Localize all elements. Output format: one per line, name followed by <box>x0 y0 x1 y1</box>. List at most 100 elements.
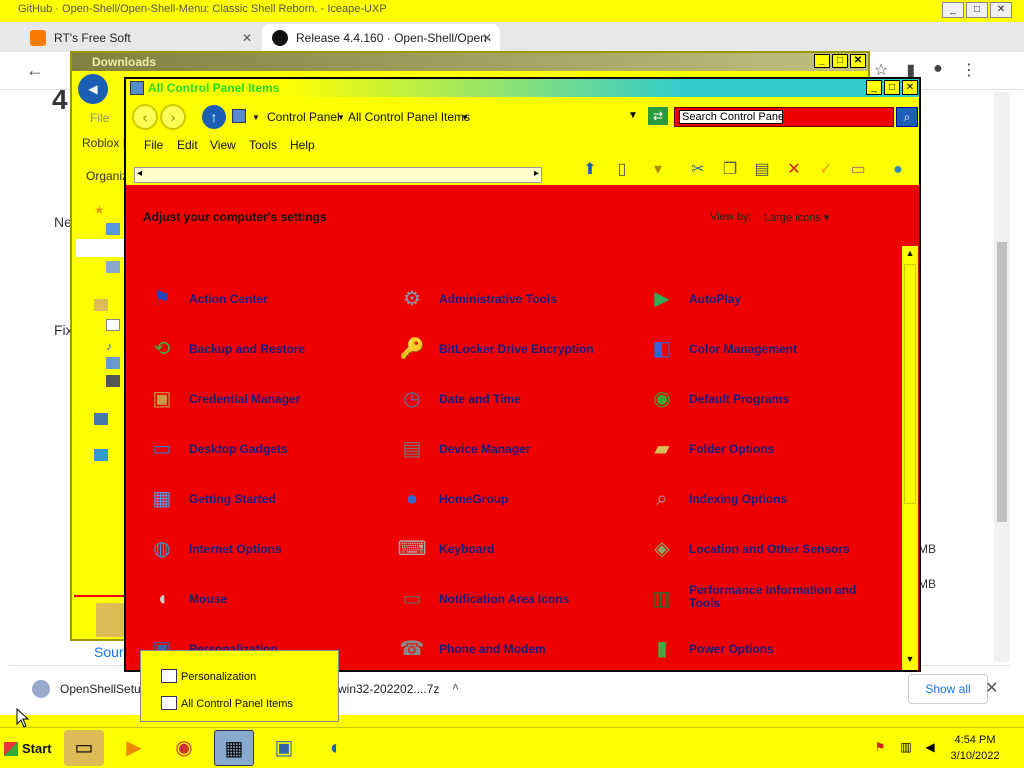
action-center-icon[interactable]: ⚑ <box>872 740 888 756</box>
close-button[interactable]: ✕ <box>902 80 918 95</box>
videos-icon[interactable] <box>106 375 120 387</box>
tab-release[interactable]: Release 4.4.160 · Open-Shell/Open- ✕ <box>262 24 500 52</box>
recent-places-icon[interactable] <box>106 261 120 273</box>
chevron-left-icon[interactable]: ◂ <box>137 168 142 179</box>
control-panel-item[interactable]: ⟲ Backup and Restore <box>144 329 394 369</box>
file-menu-fragment[interactable]: File <box>90 111 109 125</box>
menu-file[interactable]: File <box>144 138 163 152</box>
cut-icon[interactable]: ✂ <box>686 159 710 181</box>
browser-scrollbar[interactable] <box>994 92 1010 662</box>
view-by-value[interactable]: Large icons <box>764 212 821 224</box>
chrome-icon[interactable]: ◉ <box>164 730 204 766</box>
download-item-2[interactable]: win32-202202....7z <box>338 682 439 696</box>
control-panel-item[interactable]: ▦ Getting Started <box>144 479 394 519</box>
control-panel-item[interactable]: ▶ AutoPlay <box>644 279 894 319</box>
scroll-down-icon[interactable]: ▼ <box>902 654 918 668</box>
documents-icon[interactable] <box>106 319 120 331</box>
chevron-down-icon[interactable]: ▼ <box>461 113 469 122</box>
control-panel-item[interactable]: ⌨ Keyboard <box>394 529 644 569</box>
back-arrow-icon[interactable]: ← <box>26 60 44 81</box>
control-panel-item[interactable]: ◈ Location and Other Sensors <box>644 529 894 569</box>
browser-close-button[interactable]: ✕ <box>990 2 1012 18</box>
chevron-right-icon[interactable]: ▸ <box>534 168 539 179</box>
maximize-button[interactable]: □ <box>884 80 900 95</box>
menu-tools[interactable]: Tools <box>249 138 277 152</box>
control-panel-item[interactable]: ▣ Credential Manager <box>144 379 394 419</box>
control-panel-item[interactable]: ▮ Power Options <box>644 629 894 669</box>
favorites-fragment[interactable]: Roblox F <box>82 136 130 150</box>
tray-clock[interactable]: 4:54 PM 3/10/2022 <box>940 732 1010 764</box>
control-panel-item[interactable]: ⚑ Action Center <box>144 279 394 319</box>
menu-dots-icon[interactable]: ⋮ <box>961 60 977 80</box>
source-link-fragment[interactable]: Sour <box>94 644 124 660</box>
control-panel-item[interactable]: ▭ Notification Area Icons <box>394 579 644 619</box>
view-by-dropdown[interactable]: Large icons ▾ <box>764 211 829 224</box>
control-panel-item[interactable]: ◍ Internet Options <box>144 529 394 569</box>
breadcrumb-all-items[interactable]: All Control Panel Items <box>348 110 470 124</box>
tab-rt-free-soft[interactable]: RT's Free Soft ✕ <box>20 24 260 52</box>
network-icon[interactable] <box>94 449 108 461</box>
minimize-button[interactable]: _ <box>814 54 830 68</box>
close-icon[interactable]: ✕ <box>985 678 998 698</box>
breadcrumb-control-panel[interactable]: Control Panel <box>267 110 340 124</box>
menu-help[interactable]: Help <box>290 138 315 152</box>
menu-edit[interactable]: Edit <box>177 138 198 152</box>
maximize-button[interactable]: □ <box>832 54 848 68</box>
panes-icon[interactable]: ▯ <box>610 159 634 181</box>
address-dropdown-icon[interactable]: ▼ <box>628 110 638 121</box>
browser-maximize-button[interactable]: □ <box>966 2 988 18</box>
network-icon[interactable]: ▥ <box>898 740 914 756</box>
copy-icon[interactable]: ❐ <box>718 159 742 181</box>
personalization-icon[interactable]: ▣ <box>264 730 304 766</box>
close-icon[interactable]: ✕ <box>482 24 492 52</box>
chevron-up-icon[interactable]: ˄ <box>452 680 459 694</box>
scroll-up-icon[interactable]: ▲ <box>902 248 918 262</box>
browser-minimize-button[interactable]: _ <box>942 2 964 18</box>
views-icon[interactable]: ▾ <box>646 159 670 181</box>
download-item-1[interactable]: OpenShellSetu <box>60 682 141 696</box>
control-panel-item[interactable]: ◖ Mouse <box>144 579 394 619</box>
control-panel-item[interactable]: ▤ Device Manager <box>394 429 644 469</box>
media-player-icon[interactable]: ▶ <box>114 730 154 766</box>
search-icon[interactable]: ⌕ <box>896 107 918 127</box>
music-icon[interactable]: ♪ <box>106 339 120 353</box>
search-input[interactable] <box>679 110 783 124</box>
check-icon[interactable]: ✓ <box>814 159 838 181</box>
minimize-button[interactable]: _ <box>866 80 882 95</box>
menu-view[interactable]: View <box>210 138 236 152</box>
properties-icon[interactable]: ▭ <box>846 159 870 181</box>
control-panel-item[interactable]: ◉ Default Programs <box>644 379 894 419</box>
desktop-icon[interactable] <box>106 223 120 235</box>
control-panel-item[interactable]: ☎ Phone and Modem <box>394 629 644 669</box>
browser-icon[interactable]: ◐ <box>316 730 356 766</box>
profile-icon[interactable]: ● <box>933 60 943 80</box>
refresh-button[interactable]: ⇄ <box>648 107 668 125</box>
close-icon[interactable]: ✕ <box>242 24 252 52</box>
show-all-button[interactable]: Show all <box>908 674 988 704</box>
control-panel-item[interactable]: ⌕ Indexing Options <box>644 479 894 519</box>
volume-icon[interactable]: ◀ <box>922 740 938 756</box>
back-button[interactable]: ‹ <box>132 104 158 130</box>
up-arrow-icon[interactable]: ⬆ <box>578 159 602 181</box>
start-button[interactable]: Start <box>2 734 54 764</box>
downloads-nav-item[interactable] <box>76 239 126 257</box>
back-button[interactable]: ◀ <box>78 74 108 104</box>
search-box[interactable] <box>674 107 894 127</box>
control-panel-item[interactable]: ⚙ Administrative Tools <box>394 279 644 319</box>
jump-list-item[interactable]: Personalization <box>181 671 256 683</box>
jump-list-item[interactable]: All Control Panel Items <box>181 698 293 710</box>
scroll-thumb[interactable] <box>904 264 916 504</box>
control-panel-item[interactable]: ▭ Desktop Gadgets <box>144 429 394 469</box>
content-scrollbar[interactable]: ▲ ▼ <box>902 246 918 670</box>
forward-button[interactable]: › <box>160 104 186 130</box>
computer-icon[interactable] <box>94 413 108 425</box>
chevron-down-icon[interactable]: ▼ <box>252 113 260 122</box>
toolbar-scrollbar[interactable]: ◂ ▸ <box>134 167 542 183</box>
control-panel-item[interactable]: 🔑 BitLocker Drive Encryption <box>394 329 644 369</box>
explorer-icon[interactable]: ▭ <box>64 730 104 766</box>
control-panel-item[interactable]: ▰ Folder Options <box>644 429 894 469</box>
control-panel-item[interactable]: ● HomeGroup <box>394 479 644 519</box>
pictures-icon[interactable] <box>106 357 120 369</box>
control-panel-item[interactable]: ▥ Performance Information and Tools <box>644 579 894 619</box>
chevron-down-icon[interactable]: ▼ <box>337 113 345 122</box>
